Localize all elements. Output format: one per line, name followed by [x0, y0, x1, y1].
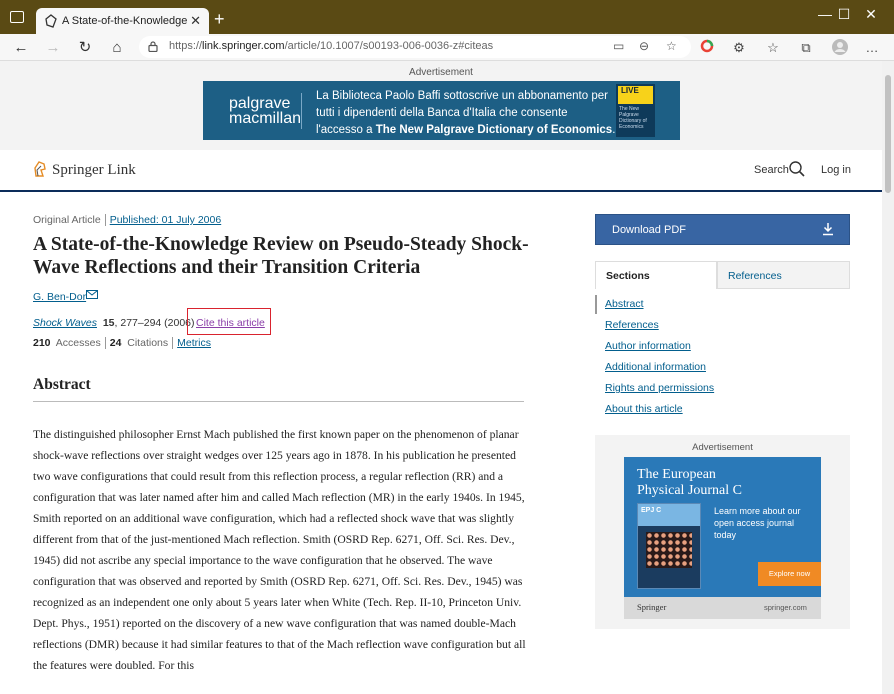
lock-icon: [148, 41, 158, 52]
reader-view-icon[interactable]: ▭: [613, 39, 624, 53]
toc-references[interactable]: References: [605, 319, 659, 331]
top-ad-area: Advertisement palgrave macmillan La Bibli…: [0, 61, 882, 150]
close-window-icon[interactable]: ✕: [848, 0, 894, 28]
zoom-icon[interactable]: ⊖: [639, 39, 649, 53]
browser-title-bar: A State-of-the-Knowledge Revie ✕ + — ☐ ✕: [0, 0, 894, 35]
explore-now-button[interactable]: Explore now: [758, 562, 821, 586]
toc-rights-and-permissions[interactable]: Rights and permissions: [605, 382, 714, 394]
collections-icon[interactable]: ⧉: [797, 39, 815, 57]
abstract-text: The distinguished philosopher Ernst Mach…: [33, 428, 526, 672]
menu-more-icon[interactable]: …: [863, 39, 881, 57]
cite-this-article-link[interactable]: Cite this article: [196, 317, 265, 329]
toc-abstract[interactable]: Abstract: [605, 298, 644, 310]
springer-site-text: springer.com: [764, 603, 807, 612]
accesses-count: 210: [33, 337, 51, 349]
palgrave-logo: palgrave macmillan: [229, 95, 302, 127]
dictionary-book-image: LIVE The New Palgrave Dictionary of Econ…: [616, 84, 655, 137]
journal-info: Shock Waves 15, 277–294 (2006): [33, 317, 195, 329]
article-title: A State-of-the-Knowledge Review on Pseud…: [33, 234, 529, 278]
browser-toolbar: ← → ↻ ⌂ https://link.springer.com/articl…: [0, 34, 894, 61]
favorites-icon[interactable]: ☆: [764, 39, 782, 57]
tab-title: A State-of-the-Knowledge Revie: [62, 15, 190, 27]
book-title: The New Palgrave Dictionary of Economics: [619, 106, 647, 130]
epj-ad-title: The European Physical Journal C: [637, 467, 742, 498]
extensions-icon[interactable]: ⚙: [730, 39, 748, 57]
page-scrollbar[interactable]: [882, 61, 894, 694]
citations-count: 24: [109, 337, 122, 349]
download-pdf-button[interactable]: Download PDF: [595, 214, 850, 245]
tab-close-icon[interactable]: ✕: [190, 13, 201, 29]
ad-label: Advertisement: [692, 442, 753, 453]
toc-additional-information[interactable]: Additional information: [605, 361, 706, 373]
springer-ad-logo: Springer: [637, 602, 667, 612]
toc-author-information[interactable]: Author information: [605, 340, 691, 352]
palgrave-banner[interactable]: palgrave macmillan La Biblioteca Paolo Ba…: [203, 81, 680, 140]
refresh-icon[interactable]: ↻: [75, 38, 95, 58]
tab-references[interactable]: References: [717, 261, 850, 289]
mail-icon[interactable]: [86, 290, 98, 299]
ad-label: Advertisement: [409, 67, 473, 78]
springer-horse-icon: [34, 161, 46, 177]
springer-favicon-icon: [45, 14, 57, 28]
article-metrics: 210 Accesses 24 Citations Metrics: [33, 337, 211, 350]
download-icon: [823, 223, 833, 236]
scrollbar-thumb[interactable]: [885, 75, 891, 193]
volume: 15: [102, 317, 115, 329]
sidebar-ad-area: Advertisement The European Physical Journ…: [595, 435, 850, 629]
active-section-indicator: [595, 295, 597, 314]
search-link[interactable]: Search: [754, 164, 789, 176]
journal-link[interactable]: Shock Waves: [33, 317, 97, 329]
abstract-heading: Abstract: [33, 376, 91, 393]
browser-tab-active[interactable]: A State-of-the-Knowledge Revie ✕: [36, 8, 209, 35]
search-icon[interactable]: [789, 161, 805, 177]
favorite-add-icon[interactable]: ☆: [666, 39, 677, 53]
article-type: Original Article: [33, 214, 101, 226]
home-icon[interactable]: ⌂: [107, 38, 127, 58]
url-text: https://link.springer.com/article/10.100…: [169, 40, 494, 52]
forward-icon[interactable]: →: [43, 38, 63, 58]
tab-actions-icon[interactable]: [10, 11, 24, 23]
site-header: Springer Link Search Log in: [0, 150, 882, 192]
new-tab-icon[interactable]: +: [214, 9, 225, 30]
abstract-divider: [33, 401, 524, 402]
toc-about-this-article[interactable]: About this article: [605, 403, 683, 415]
back-icon[interactable]: ←: [11, 38, 31, 58]
extension-color-icon[interactable]: [698, 39, 716, 57]
article-meta: Original Article Published: 01 July 2006: [33, 214, 222, 227]
metrics-link[interactable]: Metrics: [177, 337, 211, 349]
tab-sections[interactable]: Sections: [595, 261, 717, 289]
banner-message: La Biblioteca Paolo Baffi sottoscrive un…: [316, 90, 616, 136]
published-date-link[interactable]: Published: 01 July 2006: [110, 214, 222, 226]
epj-c-ad-banner[interactable]: The European Physical Journal C EPJ C Lea…: [624, 457, 821, 619]
banner-divider: [301, 93, 302, 129]
journal-cover-image: EPJ C: [637, 503, 701, 589]
profile-avatar[interactable]: [831, 39, 849, 57]
pages-year: , 277–294 (2006): [114, 317, 195, 329]
epj-ad-subtext: Learn more about our open access journal…: [714, 506, 801, 540]
sidebar-tabs: Sections References: [595, 261, 850, 289]
author-link[interactable]: G. Ben-Dor: [33, 291, 86, 303]
address-bar[interactable]: https://link.springer.com/article/10.100…: [139, 36, 691, 58]
ad-footer: Springer springer.com: [624, 597, 821, 619]
live-badge: LIVE: [618, 86, 653, 104]
login-link[interactable]: Log in: [821, 164, 851, 176]
